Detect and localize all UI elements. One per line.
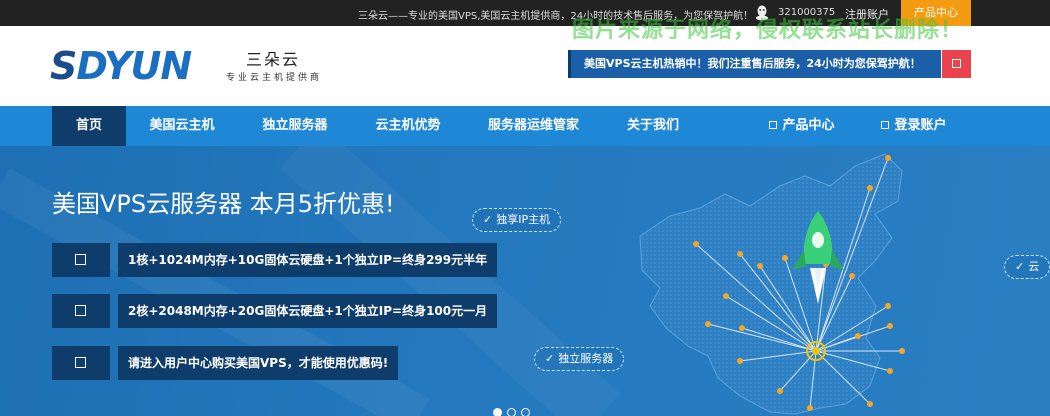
square-icon xyxy=(75,357,86,368)
nav-item-ops[interactable]: 服务器运维管家 xyxy=(476,106,591,146)
feature-icon-box xyxy=(52,294,110,328)
banner-title: 美国VPS云服务器 本月5折优惠! xyxy=(52,190,395,218)
nav-item-about[interactable]: 关于我们 xyxy=(614,106,692,146)
nav-item-login[interactable]: 登录账户 xyxy=(874,106,954,146)
square-icon xyxy=(75,254,86,265)
feature-text: 1核+1024M内存+10G固体云硬盘+1个独立IP=终身299元半年 xyxy=(118,243,498,277)
feature-text: 2核+2048M内存+20G固体云硬盘+1个独立IP=终身100元一月 xyxy=(118,294,498,328)
square-icon xyxy=(881,121,890,129)
watermark-text: 图片来源于网络，侵权联系站长删除！ xyxy=(572,18,964,43)
check-icon: ✓ xyxy=(483,213,493,226)
feature-text: 请进入用户中心购买美国VPS，才能使用优惠码! xyxy=(118,346,399,380)
nav-item-advantages[interactable]: 云主机优势 xyxy=(363,106,453,146)
notice-banner: 美国VPS云主机热销中！我们注重售后服务，24小时为您保驾护航！ xyxy=(568,50,941,78)
feature-icon-box xyxy=(52,243,110,277)
hero-banner[interactable]: 美国VPS云服务器 本月5折优惠! ✓ 独享IP主机 1核+1024M内存+10G… xyxy=(0,146,1050,416)
carousel-dot-3[interactable] xyxy=(521,408,530,416)
china-map-illustration xyxy=(639,153,905,415)
square-icon xyxy=(952,59,961,68)
map-shape xyxy=(639,153,903,415)
check-icon: ✓ xyxy=(545,352,555,365)
pill-dedicated-ip: ✓ 独享IP主机 xyxy=(472,208,562,232)
nav-item-home[interactable]: 首页 xyxy=(52,106,126,146)
nav-item-dedicated[interactable]: 独立服务器 xyxy=(250,106,340,146)
square-icon xyxy=(769,121,778,129)
notice-close-button[interactable] xyxy=(942,50,971,78)
nav-item-us-cloud[interactable]: 美国云主机 xyxy=(136,106,228,146)
main-nav: 首页 美国云主机 独立服务器 云主机优势 服务器运维管家 关于我们 产品中心 登… xyxy=(0,106,1050,146)
nav-item-product-center[interactable]: 产品中心 xyxy=(762,106,842,146)
carousel-dot-1[interactable] xyxy=(493,408,502,416)
square-icon xyxy=(75,305,86,316)
logo-wordmark: SDYUN xyxy=(50,44,192,88)
logo-cn-name: 三朵云 xyxy=(246,50,301,69)
carousel-dot-2[interactable] xyxy=(507,408,516,416)
pill-cloud: ✓ 云 xyxy=(1004,255,1050,279)
logo-subtitle: 专业云主机提供商 xyxy=(226,73,323,83)
header: SDYUN 三朵云 专业云主机提供商 图片来源于网络，侵权联系站长删除！ 美国V… xyxy=(0,18,1050,106)
site-logo[interactable]: SDYUN 三朵云 专业云主机提供商 xyxy=(50,40,350,96)
pill-dedicated-server: ✓ 独立服务器 xyxy=(534,347,625,371)
feature-icon-box xyxy=(52,346,110,380)
check-icon: ✓ xyxy=(1015,260,1025,273)
